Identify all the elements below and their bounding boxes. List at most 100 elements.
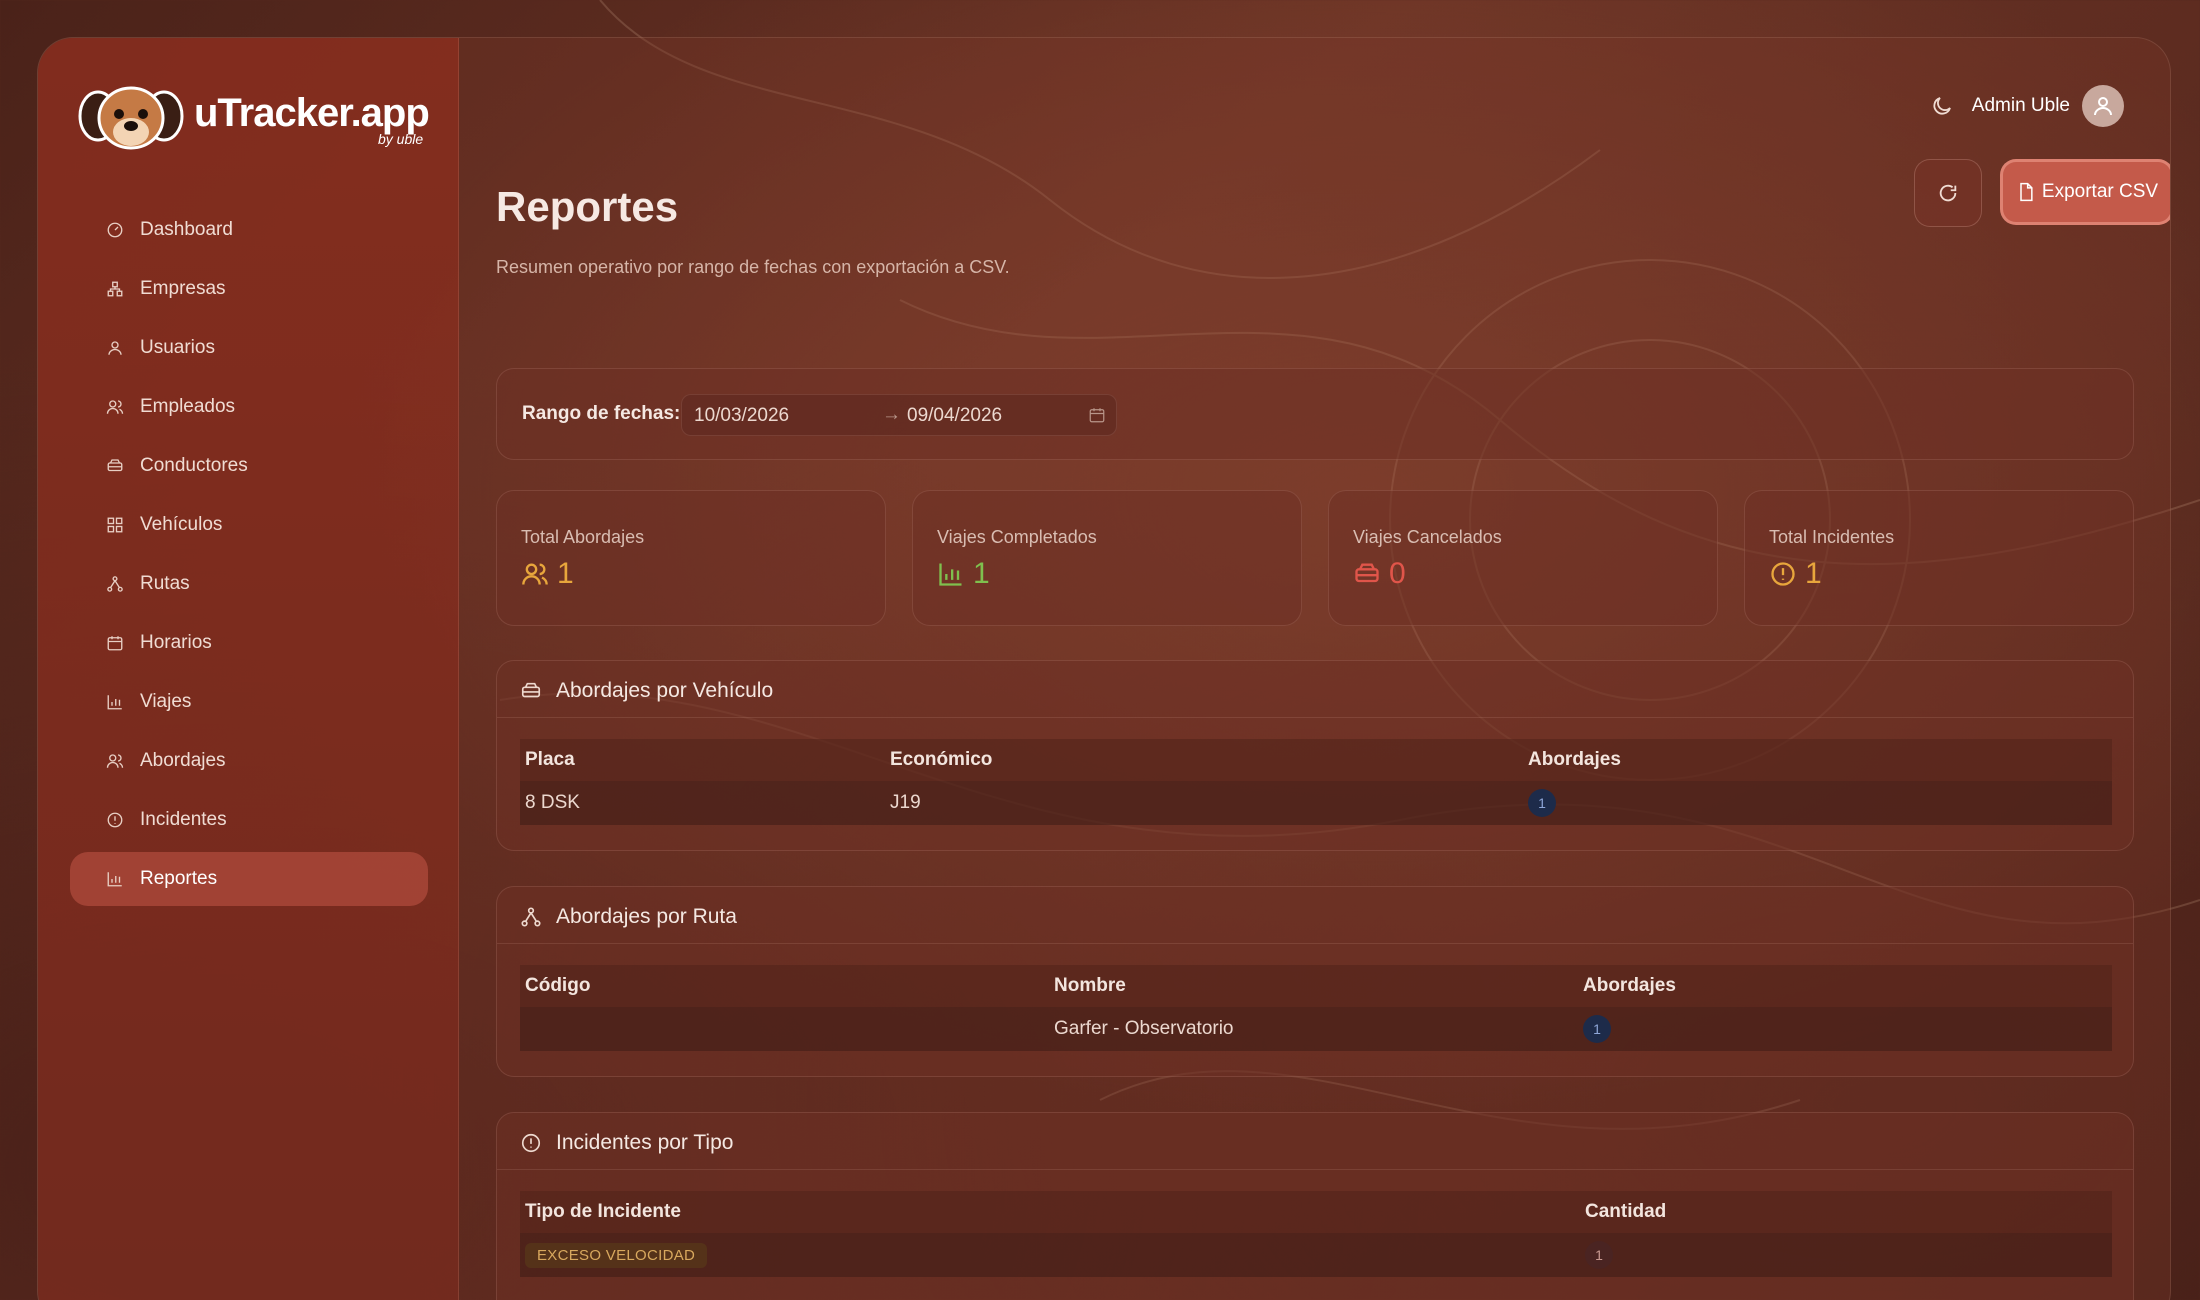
sidebar-item-empresas[interactable]: Empresas (70, 262, 428, 316)
car-icon (107, 459, 123, 472)
stat-value: 0 (1389, 557, 1406, 590)
stat-title: Viajes Completados (937, 527, 1097, 547)
column-header[interactable]: Placa (520, 739, 885, 781)
stat-card-total-abordajes: Total Abordajes 1 (496, 490, 886, 626)
users-icon (522, 563, 548, 585)
sidebar-item-abordajes[interactable]: Abordajes (70, 734, 428, 788)
routes-table: Código Nombre Abordajes Garfer - Observa… (520, 965, 2112, 1051)
sidebar-item-dashboard[interactable]: Dashboard (70, 203, 428, 257)
section-title: Incidentes por Tipo (520, 1131, 733, 1155)
section-title: Abordajes por Vehículo (520, 679, 773, 703)
refresh-button[interactable] (1914, 159, 1982, 227)
divider (497, 1169, 2133, 1170)
column-header[interactable]: Abordajes (1578, 965, 2112, 1007)
route-icon (521, 907, 541, 927)
sidebar-item-label: Horarios (140, 632, 212, 653)
brand-by: by uble (378, 131, 424, 147)
table-row[interactable]: EXCESO VELOCIDAD 1 (520, 1233, 2112, 1277)
vehicles-table: Placa Económico Abordajes 8 DSK J19 1 (520, 739, 2112, 825)
sidebar-item-horarios[interactable]: Horarios (70, 616, 428, 670)
alert-icon (521, 1133, 541, 1153)
page-subtitle: Resumen operativo por rango de fechas co… (496, 257, 1010, 277)
sidebar-item-label: Viajes (140, 691, 192, 712)
vehicles-section: Abordajes por Vehículo Placa Económico A… (496, 660, 2134, 851)
page-title: Reportes (496, 183, 679, 230)
app-shell: uTracker.app by uble Dashboard Empresas … (37, 37, 2171, 1300)
column-header[interactable]: Nombre (1049, 965, 1578, 1007)
calendar-icon (1089, 408, 1105, 423)
cell-nombre: Garfer - Observatorio (1049, 1007, 1578, 1051)
count-badge: 1 (1583, 1015, 1611, 1043)
column-header[interactable]: Código (520, 965, 1049, 1007)
user-icon (108, 341, 122, 355)
chart-icon (107, 695, 122, 710)
car-icon (521, 682, 541, 698)
section-title-text: Incidentes por Tipo (556, 1131, 734, 1154)
chart-icon (107, 872, 122, 887)
sidebar-item-empleados[interactable]: Empleados (70, 380, 428, 434)
sidebar-item-label: Empleados (140, 396, 236, 417)
sidebar-item-conductores[interactable]: Conductores (70, 439, 428, 493)
date-start[interactable]: 10/03/2026 (694, 405, 789, 427)
brand-logo[interactable]: uTracker.app (76, 82, 430, 152)
sidebar-item-vehiculos[interactable]: Vehículos (70, 498, 428, 552)
cell-abordajes: 1 (1578, 1007, 2112, 1051)
moon-icon (1933, 97, 1951, 115)
date-filter-card: Rango de fechas: 10/03/2026 → 09/04/2026 (496, 368, 2134, 460)
stat-card-total-incidentes: Total Incidentes 1 (1744, 490, 2134, 626)
bar-chart-icon (939, 563, 962, 586)
stat-value: 1 (973, 557, 990, 590)
count-badge: 1 (1528, 789, 1556, 817)
stat-value: 1 (1805, 557, 1822, 590)
column-header[interactable]: Económico (885, 739, 1523, 781)
date-range-label: Rango de fechas: (522, 403, 681, 424)
export-csv-button[interactable]: Exportar CSV (2000, 159, 2170, 225)
avatar (2082, 85, 2124, 127)
dashboard-icon (107, 222, 123, 238)
sidebar-item-label: Usuarios (140, 337, 215, 358)
sidebar-item-viajes[interactable]: Viajes (70, 675, 428, 729)
sidebar-item-usuarios[interactable]: Usuarios (70, 321, 428, 375)
brand-name: uTracker.app (194, 90, 430, 135)
cell-tipo: EXCESO VELOCIDAD (520, 1233, 1580, 1277)
user-menu[interactable]: Admin Uble (1972, 85, 2124, 127)
column-header[interactable]: Tipo de Incidente (520, 1191, 1580, 1233)
export-label: Exportar CSV (2041, 181, 2159, 202)
sidebar-nav: Dashboard Empresas Usuarios Empleados Co… (70, 203, 428, 911)
building-icon (107, 281, 123, 297)
table-row[interactable]: Garfer - Observatorio 1 (520, 1007, 2112, 1051)
cell-placa: 8 DSK (520, 781, 885, 825)
divider (497, 717, 2133, 718)
section-title-text: Abordajes por Ruta (556, 905, 737, 928)
alert-icon (1771, 562, 1795, 586)
dog-logo-icon (78, 86, 184, 150)
sidebar-item-reportes[interactable]: Reportes (70, 852, 428, 906)
sidebar-item-label: Rutas (140, 573, 190, 594)
table-row[interactable]: 8 DSK J19 1 (520, 781, 2112, 825)
sidebar-item-rutas[interactable]: Rutas (70, 557, 428, 611)
sidebar: uTracker.app by uble Dashboard Empresas … (38, 38, 459, 1300)
date-end[interactable]: 09/04/2026 (907, 405, 1002, 427)
section-title: Abordajes por Ruta (520, 905, 737, 929)
section-title-text: Abordajes por Vehículo (556, 679, 774, 702)
incident-type-tag: EXCESO VELOCIDAD (525, 1242, 708, 1268)
cell-codigo (520, 1007, 1049, 1051)
stat-value: 1 (557, 557, 574, 590)
date-range-picker[interactable]: 10/03/2026 → 09/04/2026 (681, 394, 1117, 436)
sidebar-item-incidentes[interactable]: Incidentes (70, 793, 428, 847)
divider (497, 943, 2133, 944)
column-header[interactable]: Cantidad (1580, 1191, 2112, 1233)
user-icon (2094, 97, 2112, 116)
cell-economico: J19 (885, 781, 1523, 825)
stat-card-viajes-cancelados: Viajes Cancelados 0 (1328, 490, 1718, 626)
car-icon (1355, 563, 1379, 583)
sidebar-item-label: Abordajes (140, 750, 226, 771)
refresh-icon (1939, 184, 1957, 202)
alert-icon (107, 812, 123, 828)
sidebar-item-label: Dashboard (140, 219, 233, 240)
sidebar-item-label: Incidentes (140, 809, 227, 830)
theme-toggle-button[interactable] (1930, 94, 1960, 124)
file-icon (2020, 182, 2033, 202)
column-header[interactable]: Abordajes (1523, 739, 2112, 781)
stat-title: Total Incidentes (1769, 527, 1895, 547)
